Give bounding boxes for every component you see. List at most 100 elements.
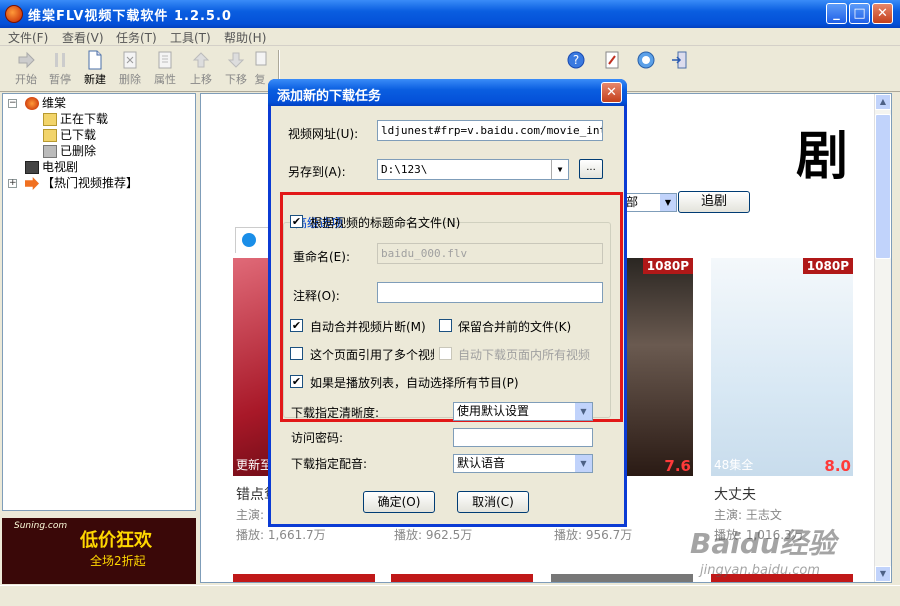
copy-button[interactable]: 复 (250, 48, 270, 90)
tree-node-deleted[interactable]: 已删除 (43, 143, 96, 159)
video-rating: 8.0 (824, 457, 851, 475)
title-bar: 维棠FLV视频下载软件 1.2.5.0 _ □ ✕ (0, 0, 900, 28)
chase-button[interactable]: 追剧 (678, 191, 750, 213)
delete-button[interactable]: 删除 (110, 48, 150, 90)
trash-icon (43, 145, 57, 158)
play-icon (242, 233, 256, 247)
url-input[interactable]: ldjunest#frp=v.baidu.com/movie_intro/ (377, 120, 603, 141)
chevron-down-icon: ▼ (575, 455, 592, 472)
maximize-button[interactable]: □ (849, 3, 870, 24)
move-up-button[interactable]: 上移 (181, 48, 221, 90)
dialog-body: 视频网址(U): ldjunest#frp=v.baidu.com/movie_… (271, 106, 624, 524)
quality-label: 下载指定清晰度: (291, 406, 380, 420)
url-label: 视频网址(U): (288, 127, 359, 141)
quality-select[interactable]: 使用默认设置 ▼ (453, 402, 593, 421)
video-title[interactable]: 大丈夫 (714, 484, 756, 504)
tree-node-downloaded[interactable]: 已下载 (43, 127, 96, 143)
tree-downloading-label: 正在下载 (60, 112, 109, 126)
menu-help[interactable]: 帮助(H) (224, 29, 266, 46)
tree-node-hot[interactable]: 【热门视频推荐】 (25, 175, 138, 191)
scroll-down-icon[interactable]: ▼ (875, 566, 891, 582)
episode-count: 更新至 (236, 458, 273, 472)
vertical-scrollbar[interactable]: ▲ ▼ (874, 94, 891, 582)
resolution-badge: 1080P (642, 258, 693, 274)
copy-icon (255, 51, 267, 66)
browse-button[interactable]: ... (579, 159, 603, 179)
arrow-right-icon (25, 177, 39, 190)
content-heading: 剧 (796, 126, 849, 187)
menu-task[interactable]: 任务(T) (116, 29, 157, 46)
properties-label: 属性 (154, 73, 176, 86)
close-button[interactable]: ✕ (872, 3, 893, 24)
menu-bar: 文件(F) 查看(V) 任务(T) 工具(T) 帮助(H) (0, 28, 900, 46)
downloading-folder-icon (43, 113, 57, 126)
save-to-label: 另存到(A): (288, 165, 346, 179)
next-row-poster (233, 574, 375, 582)
scroll-thumb[interactable] (875, 114, 891, 259)
next-row-poster (551, 574, 693, 582)
tree-node-tv[interactable]: 电视剧 (25, 159, 78, 175)
pause-button[interactable]: 暂停 (40, 48, 80, 90)
chat-icon (637, 51, 655, 69)
dialog-title: 添加新的下载任务 (277, 89, 382, 104)
folder-icon (43, 129, 57, 142)
video-poster: 1080P 48集全 8.0 (711, 258, 853, 476)
menu-file[interactable]: 文件(F) (8, 29, 48, 46)
tree-hot-label: 【热门视频推荐】 (42, 176, 139, 190)
category-select[interactable]: 部 ▼ (621, 193, 677, 212)
audio-label: 下载指定配音: (291, 457, 368, 471)
exit-tool-button[interactable] (660, 48, 700, 90)
delete-icon (123, 51, 137, 69)
tv-icon (25, 161, 39, 174)
video-card[interactable]: 1080P 48集全 8.0 大丈夫 主演: 王志文 播放: 1,016.3万 (711, 258, 853, 542)
cancel-button[interactable]: 取消(C) (457, 491, 529, 513)
highlight-box (280, 192, 623, 422)
tree-deleted-label: 已删除 (60, 144, 97, 158)
properties-button[interactable]: 属性 (145, 48, 185, 90)
pause-label: 暂停 (49, 73, 71, 86)
tree-collapse-toggle[interactable]: − (8, 99, 17, 108)
down-arrow-icon (227, 52, 245, 68)
category-select-value: 部 (626, 195, 639, 209)
video-plays: 播放: 962.5万 (394, 528, 473, 542)
promo-banner[interactable]: Suning.com 低价狂欢 全场2折起 (2, 518, 196, 584)
new-label: 新建 (84, 73, 106, 86)
app-icon (5, 5, 23, 23)
episode-count: 48集全 (714, 458, 754, 472)
save-to-value: D:\123\ (381, 163, 428, 176)
menu-view[interactable]: 查看(V) (62, 29, 104, 46)
svg-text:?: ? (573, 53, 579, 67)
audio-select[interactable]: 默认语音 ▼ (453, 454, 593, 473)
tree-tv-label: 电视剧 (42, 160, 79, 174)
dialog-title-bar: 添加新的下载任务 ✕ (268, 79, 627, 106)
watermark: Baidu经验 (690, 527, 836, 560)
minimize-button[interactable]: _ (826, 3, 847, 24)
password-input[interactable] (453, 428, 593, 447)
tree-node-downloading[interactable]: 正在下载 (43, 111, 108, 127)
tree-expand-toggle[interactable]: + (8, 179, 17, 188)
tree-node-root[interactable]: 维棠 (25, 95, 66, 111)
promo-headline: 低价狂欢 (80, 530, 152, 551)
copy-label: 复 (254, 73, 266, 86)
menu-tools[interactable]: 工具(T) (170, 29, 211, 46)
video-plays: 播放: 1,661.7万 (236, 528, 326, 542)
ok-button[interactable]: 确定(O) (363, 491, 435, 513)
window-title: 维棠FLV视频下载软件 1.2.5.0 (28, 9, 232, 24)
promo-subline: 全场2折起 (90, 554, 146, 568)
move-up-label: 上移 (190, 73, 212, 86)
resolution-badge: 1080P (802, 258, 853, 274)
scroll-up-icon[interactable]: ▲ (875, 94, 891, 110)
quality-value: 使用默认设置 (457, 404, 530, 418)
category-tree: − 维棠 正在下载 已下载 已删除 电视剧 + 【热门视频推荐】 (2, 93, 196, 511)
new-task-button[interactable]: 新建 (75, 48, 115, 90)
tree-downloaded-label: 已下载 (60, 128, 97, 142)
dialog-close-button[interactable]: ✕ (601, 82, 622, 103)
properties-icon (158, 51, 172, 69)
video-rating: 7.6 (664, 457, 691, 475)
app-logo-icon (25, 97, 39, 110)
exit-door-icon (672, 51, 687, 69)
audio-value: 默认语音 (457, 456, 506, 470)
save-to-input[interactable]: D:\123\ ▼ (377, 159, 569, 180)
chevron-down-icon: ▼ (575, 403, 592, 420)
add-task-dialog: 添加新的下载任务 ✕ 视频网址(U): ldjunest#frp=v.baidu… (268, 79, 627, 527)
